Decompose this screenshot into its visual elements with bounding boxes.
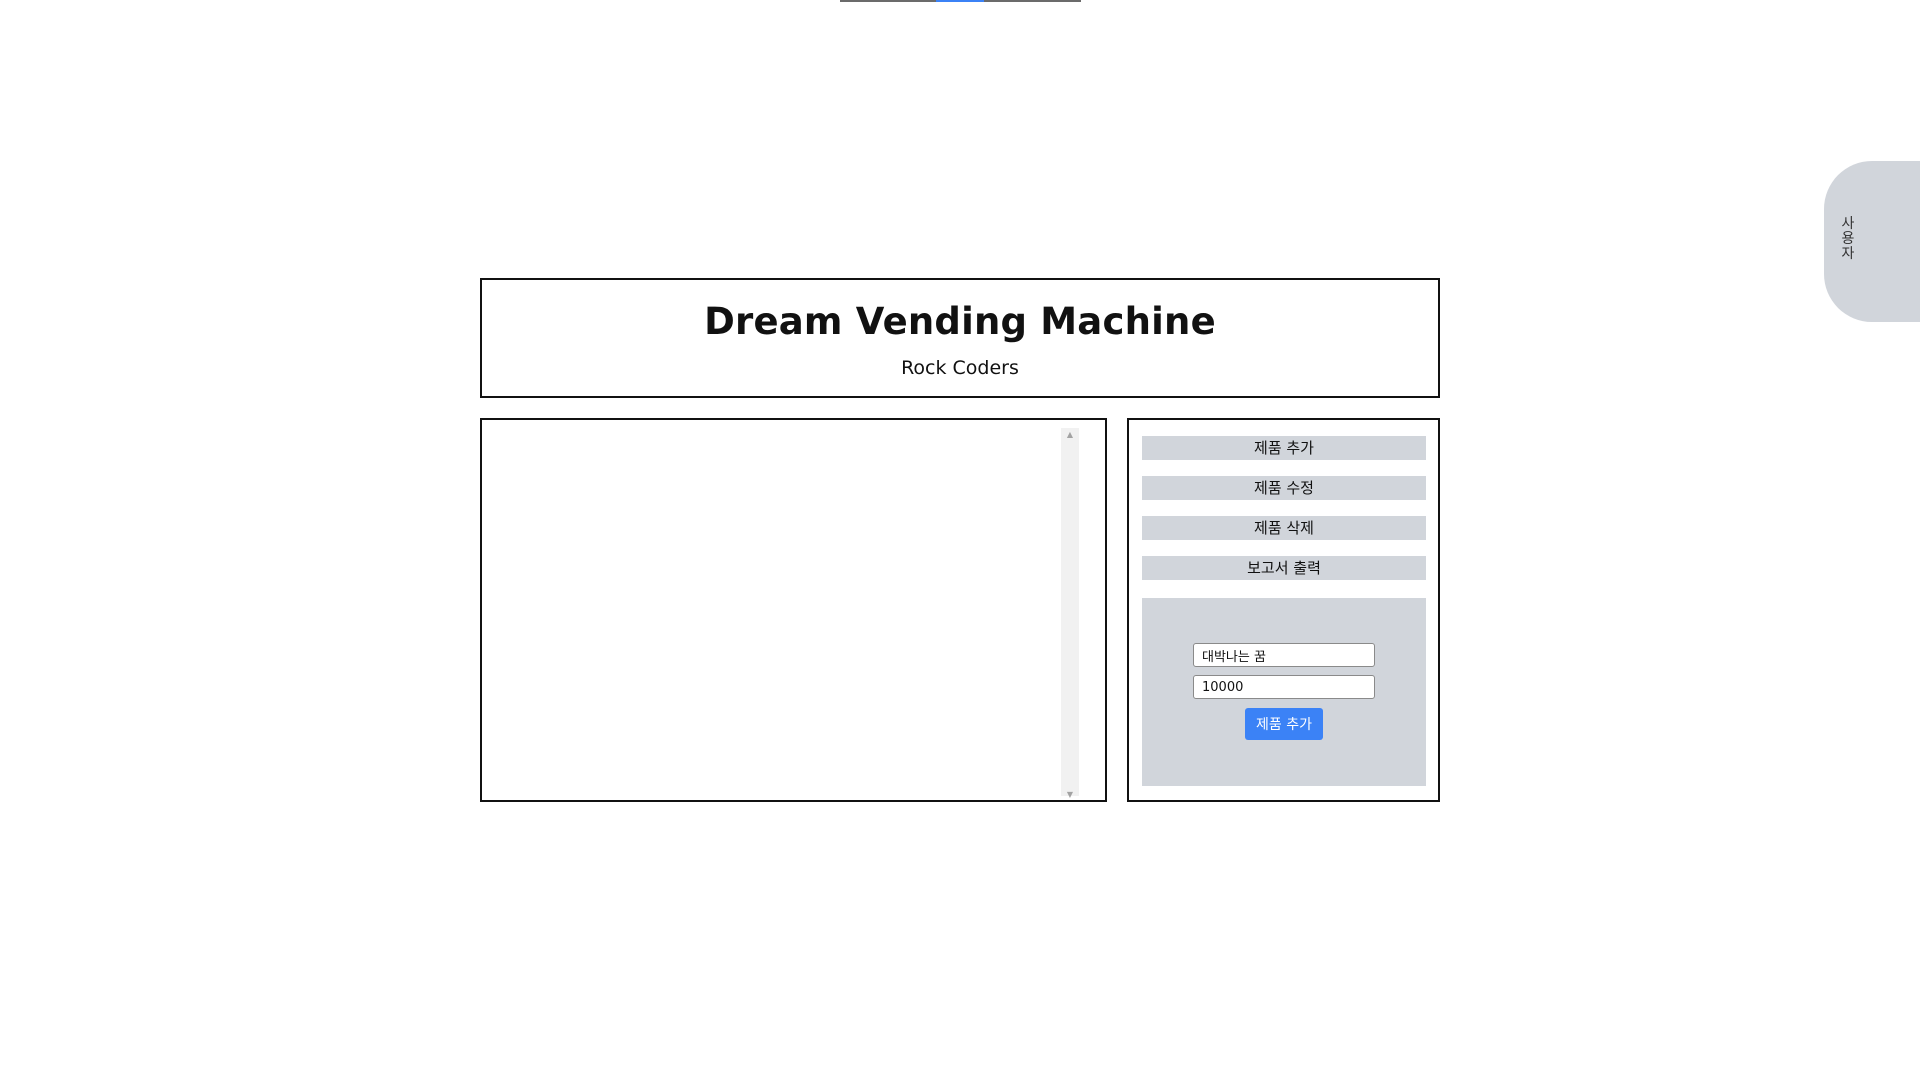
admin-panel: 제품 추가 제품 수정 제품 삭제 보고서 출력 제품 추가 <box>1127 418 1440 802</box>
add-product-form: 제품 추가 <box>1142 598 1426 786</box>
top-tab-indicator <box>840 0 1081 2</box>
menu-add-product-button[interactable]: 제품 추가 <box>1142 436 1426 460</box>
user-mode-tab[interactable]: 사용자 <box>1824 161 1920 322</box>
add-product-submit-button[interactable]: 제품 추가 <box>1245 708 1323 740</box>
app-subtitle: Rock Coders <box>901 357 1019 379</box>
product-price-input[interactable] <box>1193 675 1375 699</box>
app-header: Dream Vending Machine Rock Coders <box>480 278 1440 398</box>
app-title: Dream Vending Machine <box>704 300 1216 343</box>
product-list-panel[interactable]: ▲ ▼ <box>480 418 1107 802</box>
product-name-input[interactable] <box>1193 643 1375 667</box>
menu-print-report-button[interactable]: 보고서 출력 <box>1142 556 1426 580</box>
scroll-down-arrow-icon[interactable]: ▼ <box>1061 788 1079 802</box>
top-tab-indicator-active <box>936 0 984 2</box>
user-mode-tab-label: 사용자 <box>1841 216 1855 262</box>
menu-delete-product-button[interactable]: 제품 삭제 <box>1142 516 1426 540</box>
scroll-up-arrow-icon[interactable]: ▲ <box>1061 428 1079 442</box>
product-list-scrollbar[interactable]: ▲ ▼ <box>1061 428 1079 799</box>
menu-edit-product-button[interactable]: 제품 수정 <box>1142 476 1426 500</box>
